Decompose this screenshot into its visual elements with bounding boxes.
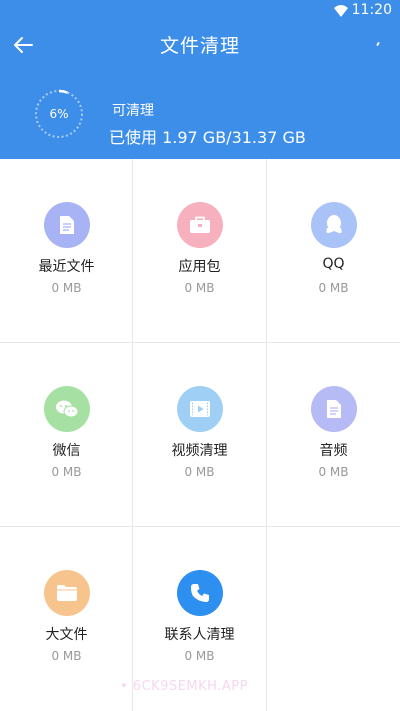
- category-wechat[interactable]: 微信 0 MB: [0, 343, 133, 527]
- watermark: • 6CK9SEMKH.APP: [120, 679, 248, 694]
- audio-document-icon: [310, 386, 357, 432]
- storage-gauge: 6%: [33, 88, 85, 140]
- wifi-icon: [334, 5, 348, 17]
- category-size: 0 MB: [184, 281, 215, 295]
- folder-icon: [43, 570, 90, 616]
- category-name: 联系人清理: [164, 627, 235, 643]
- category-size: 0 MB: [184, 465, 215, 479]
- category-name: 音频: [319, 443, 348, 459]
- category-name: 大文件: [45, 627, 88, 643]
- category-qq[interactable]: QQ 0 MB: [267, 159, 400, 343]
- cleanable-label: 可清理: [112, 103, 154, 119]
- category-size: 0 MB: [318, 281, 349, 295]
- gauge-percent: 6%: [49, 107, 69, 121]
- page-title: 文件清理: [159, 35, 240, 57]
- category-name: 视频清理: [171, 443, 228, 459]
- category-video-clean[interactable]: 视频清理 0 MB: [133, 343, 266, 527]
- category-size: 0 MB: [51, 281, 82, 295]
- phone-icon: [176, 570, 223, 616]
- status-bar: 11:20: [0, 0, 400, 24]
- status-time: 11:20: [351, 2, 392, 18]
- category-recent-files[interactable]: 最近文件 0 MB: [0, 159, 133, 343]
- video-icon: [176, 386, 223, 432]
- category-name: 微信: [52, 443, 81, 459]
- category-size: 0 MB: [51, 649, 82, 663]
- wechat-icon: [43, 386, 90, 432]
- category-audio[interactable]: 音频 0 MB: [267, 343, 400, 527]
- qq-penguin-icon: [310, 202, 357, 248]
- category-name: QQ: [322, 256, 345, 272]
- category-name: 应用包: [178, 259, 221, 275]
- category-name: 最近文件: [38, 259, 95, 275]
- header: 11:20 文件清理 6% 可清理 已使用 1.97 GB/31.37 GB: [0, 0, 400, 159]
- category-size: 0 MB: [184, 649, 215, 663]
- storage-used-label: 已使用 1.97 GB/31.37 GB: [109, 128, 306, 147]
- category-size: 0 MB: [51, 465, 82, 479]
- document-icon: [43, 202, 90, 248]
- briefcase-icon: [176, 202, 223, 248]
- category-size: 0 MB: [318, 465, 349, 479]
- category-large-files[interactable]: 大文件 0 MB: [0, 527, 133, 711]
- toolbar: 文件清理: [0, 24, 400, 68]
- category-app-packages[interactable]: 应用包 0 MB: [133, 159, 266, 343]
